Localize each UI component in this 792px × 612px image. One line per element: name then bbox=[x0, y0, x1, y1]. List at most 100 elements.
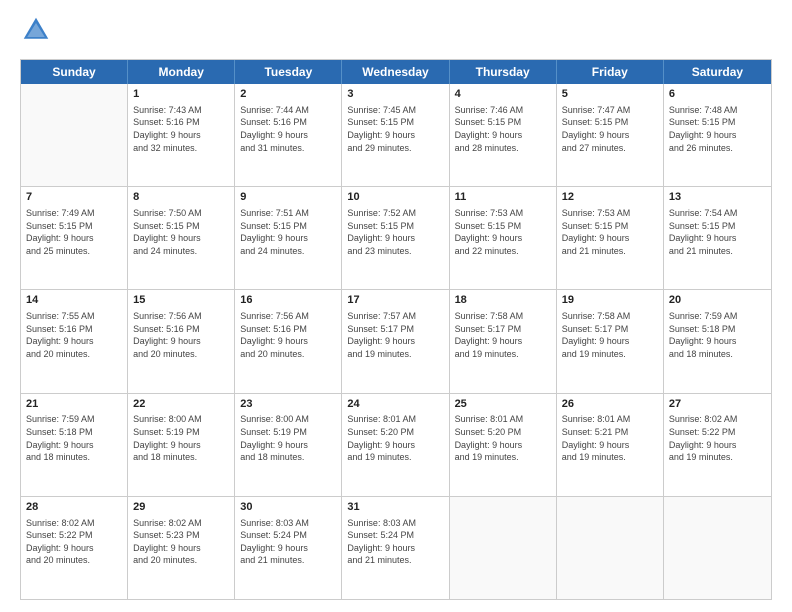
cell-info: Sunrise: 7:57 AM Sunset: 5:17 PM Dayligh… bbox=[347, 310, 443, 360]
cal-cell: 13 Sunrise: 7:54 AM Sunset: 5:15 PM Dayli… bbox=[664, 187, 771, 289]
day-number: 8 bbox=[133, 190, 229, 205]
day-number: 17 bbox=[347, 293, 443, 308]
day-number: 30 bbox=[240, 500, 336, 515]
day-number: 3 bbox=[347, 87, 443, 102]
cell-info: Sunrise: 8:01 AM Sunset: 5:21 PM Dayligh… bbox=[562, 413, 658, 463]
day-number: 4 bbox=[455, 87, 551, 102]
cal-cell: 14 Sunrise: 7:55 AM Sunset: 5:16 PM Dayli… bbox=[21, 290, 128, 392]
cal-cell bbox=[21, 84, 128, 186]
cell-info: Sunrise: 7:49 AM Sunset: 5:15 PM Dayligh… bbox=[26, 207, 122, 257]
logo-icon bbox=[22, 16, 50, 44]
cell-info: Sunrise: 8:02 AM Sunset: 5:22 PM Dayligh… bbox=[669, 413, 766, 463]
day-number: 26 bbox=[562, 397, 658, 412]
calendar-body: 1Sunrise: 7:43 AM Sunset: 5:16 PM Daylig… bbox=[21, 84, 771, 599]
cal-cell: 15Sunrise: 7:56 AM Sunset: 5:16 PM Dayli… bbox=[128, 290, 235, 392]
day-number: 23 bbox=[240, 397, 336, 412]
cell-info: Sunrise: 7:45 AM Sunset: 5:15 PM Dayligh… bbox=[347, 104, 443, 154]
cal-cell: 20 Sunrise: 7:59 AM Sunset: 5:18 PM Dayli… bbox=[664, 290, 771, 392]
cell-info: Sunrise: 7:56 AM Sunset: 5:16 PM Dayligh… bbox=[240, 310, 336, 360]
cal-header-thursday: Thursday bbox=[450, 60, 557, 84]
cal-cell bbox=[450, 497, 557, 599]
day-number: 25 bbox=[455, 397, 551, 412]
header bbox=[20, 16, 772, 49]
cell-info: Sunrise: 7:50 AM Sunset: 5:15 PM Dayligh… bbox=[133, 207, 229, 257]
cell-info: Sunrise: 8:01 AM Sunset: 5:20 PM Dayligh… bbox=[455, 413, 551, 463]
page: SundayMondayTuesdayWednesdayThursdayFrid… bbox=[0, 0, 792, 612]
day-number: 7 bbox=[26, 190, 122, 205]
day-number: 13 bbox=[669, 190, 766, 205]
cal-header-saturday: Saturday bbox=[664, 60, 771, 84]
day-number: 16 bbox=[240, 293, 336, 308]
cal-cell: 16 Sunrise: 7:56 AM Sunset: 5:16 PM Dayli… bbox=[235, 290, 342, 392]
cell-info: Sunrise: 8:01 AM Sunset: 5:20 PM Dayligh… bbox=[347, 413, 443, 463]
day-number: 6 bbox=[669, 87, 766, 102]
cell-info: Sunrise: 8:00 AM Sunset: 5:19 PM Dayligh… bbox=[133, 413, 229, 463]
calendar-header-row: SundayMondayTuesdayWednesdayThursdayFrid… bbox=[21, 60, 771, 84]
cal-cell: 28 Sunrise: 8:02 AM Sunset: 5:22 PM Dayli… bbox=[21, 497, 128, 599]
day-number: 11 bbox=[455, 190, 551, 205]
day-number: 28 bbox=[26, 500, 122, 515]
cal-cell: 10 Sunrise: 7:52 AM Sunset: 5:15 PM Dayli… bbox=[342, 187, 449, 289]
cal-cell bbox=[664, 497, 771, 599]
day-number: 9 bbox=[240, 190, 336, 205]
logo bbox=[20, 16, 54, 49]
cal-cell: 9 Sunrise: 7:51 AM Sunset: 5:15 PM Daylig… bbox=[235, 187, 342, 289]
cal-cell: 11 Sunrise: 7:53 AM Sunset: 5:15 PM Dayli… bbox=[450, 187, 557, 289]
cal-cell: 24Sunrise: 8:01 AM Sunset: 5:20 PM Dayli… bbox=[342, 394, 449, 496]
day-number: 2 bbox=[240, 87, 336, 102]
cal-header-friday: Friday bbox=[557, 60, 664, 84]
cell-info: Sunrise: 7:59 AM Sunset: 5:18 PM Dayligh… bbox=[26, 413, 122, 463]
cal-week-row-2: 7 Sunrise: 7:49 AM Sunset: 5:15 PM Daylig… bbox=[21, 186, 771, 289]
day-number: 31 bbox=[347, 500, 443, 515]
cal-cell: 23Sunrise: 8:00 AM Sunset: 5:19 PM Dayli… bbox=[235, 394, 342, 496]
cell-info: Sunrise: 7:59 AM Sunset: 5:18 PM Dayligh… bbox=[669, 310, 766, 360]
cell-info: Sunrise: 8:02 AM Sunset: 5:23 PM Dayligh… bbox=[133, 517, 229, 567]
cal-cell: 29 Sunrise: 8:02 AM Sunset: 5:23 PM Dayli… bbox=[128, 497, 235, 599]
day-number: 29 bbox=[133, 500, 229, 515]
cal-cell: 31Sunrise: 8:03 AM Sunset: 5:24 PM Dayli… bbox=[342, 497, 449, 599]
cell-info: Sunrise: 7:52 AM Sunset: 5:15 PM Dayligh… bbox=[347, 207, 443, 257]
cal-cell: 12 Sunrise: 7:53 AM Sunset: 5:15 PM Dayli… bbox=[557, 187, 664, 289]
cal-cell: 21Sunrise: 7:59 AM Sunset: 5:18 PM Dayli… bbox=[21, 394, 128, 496]
day-number: 22 bbox=[133, 397, 229, 412]
cal-cell: 26Sunrise: 8:01 AM Sunset: 5:21 PM Dayli… bbox=[557, 394, 664, 496]
cal-cell bbox=[557, 497, 664, 599]
day-number: 14 bbox=[26, 293, 122, 308]
cell-info: Sunrise: 7:54 AM Sunset: 5:15 PM Dayligh… bbox=[669, 207, 766, 257]
cal-header-wednesday: Wednesday bbox=[342, 60, 449, 84]
cal-cell: 18Sunrise: 7:58 AM Sunset: 5:17 PM Dayli… bbox=[450, 290, 557, 392]
day-number: 1 bbox=[133, 87, 229, 102]
cal-header-sunday: Sunday bbox=[21, 60, 128, 84]
cal-cell: 5Sunrise: 7:47 AM Sunset: 5:15 PM Daylig… bbox=[557, 84, 664, 186]
cell-info: Sunrise: 7:58 AM Sunset: 5:17 PM Dayligh… bbox=[562, 310, 658, 360]
day-number: 10 bbox=[347, 190, 443, 205]
day-number: 15 bbox=[133, 293, 229, 308]
cal-cell: 22Sunrise: 8:00 AM Sunset: 5:19 PM Dayli… bbox=[128, 394, 235, 496]
cell-info: Sunrise: 7:44 AM Sunset: 5:16 PM Dayligh… bbox=[240, 104, 336, 154]
cal-week-row-1: 1Sunrise: 7:43 AM Sunset: 5:16 PM Daylig… bbox=[21, 84, 771, 186]
day-number: 19 bbox=[562, 293, 658, 308]
cal-cell: 19 Sunrise: 7:58 AM Sunset: 5:17 PM Dayli… bbox=[557, 290, 664, 392]
cell-info: Sunrise: 7:58 AM Sunset: 5:17 PM Dayligh… bbox=[455, 310, 551, 360]
cal-cell: 1Sunrise: 7:43 AM Sunset: 5:16 PM Daylig… bbox=[128, 84, 235, 186]
cal-cell: 8 Sunrise: 7:50 AM Sunset: 5:15 PM Daylig… bbox=[128, 187, 235, 289]
calendar: SundayMondayTuesdayWednesdayThursdayFrid… bbox=[20, 59, 772, 600]
cal-cell: 4 Sunrise: 7:46 AM Sunset: 5:15 PM Daylig… bbox=[450, 84, 557, 186]
cal-week-row-4: 21Sunrise: 7:59 AM Sunset: 5:18 PM Dayli… bbox=[21, 393, 771, 496]
cal-cell: 2 Sunrise: 7:44 AM Sunset: 5:16 PM Daylig… bbox=[235, 84, 342, 186]
cal-week-row-5: 28 Sunrise: 8:02 AM Sunset: 5:22 PM Dayli… bbox=[21, 496, 771, 599]
cell-info: Sunrise: 8:03 AM Sunset: 5:24 PM Dayligh… bbox=[240, 517, 336, 567]
day-number: 21 bbox=[26, 397, 122, 412]
cell-info: Sunrise: 7:53 AM Sunset: 5:15 PM Dayligh… bbox=[455, 207, 551, 257]
day-number: 12 bbox=[562, 190, 658, 205]
day-number: 24 bbox=[347, 397, 443, 412]
cell-info: Sunrise: 7:46 AM Sunset: 5:15 PM Dayligh… bbox=[455, 104, 551, 154]
cell-info: Sunrise: 7:51 AM Sunset: 5:15 PM Dayligh… bbox=[240, 207, 336, 257]
cal-cell: 6Sunrise: 7:48 AM Sunset: 5:15 PM Daylig… bbox=[664, 84, 771, 186]
cell-info: Sunrise: 7:55 AM Sunset: 5:16 PM Dayligh… bbox=[26, 310, 122, 360]
cell-info: Sunrise: 7:53 AM Sunset: 5:15 PM Dayligh… bbox=[562, 207, 658, 257]
cal-cell: 25Sunrise: 8:01 AM Sunset: 5:20 PM Dayli… bbox=[450, 394, 557, 496]
day-number: 20 bbox=[669, 293, 766, 308]
cell-info: Sunrise: 8:02 AM Sunset: 5:22 PM Dayligh… bbox=[26, 517, 122, 567]
cal-header-tuesday: Tuesday bbox=[235, 60, 342, 84]
